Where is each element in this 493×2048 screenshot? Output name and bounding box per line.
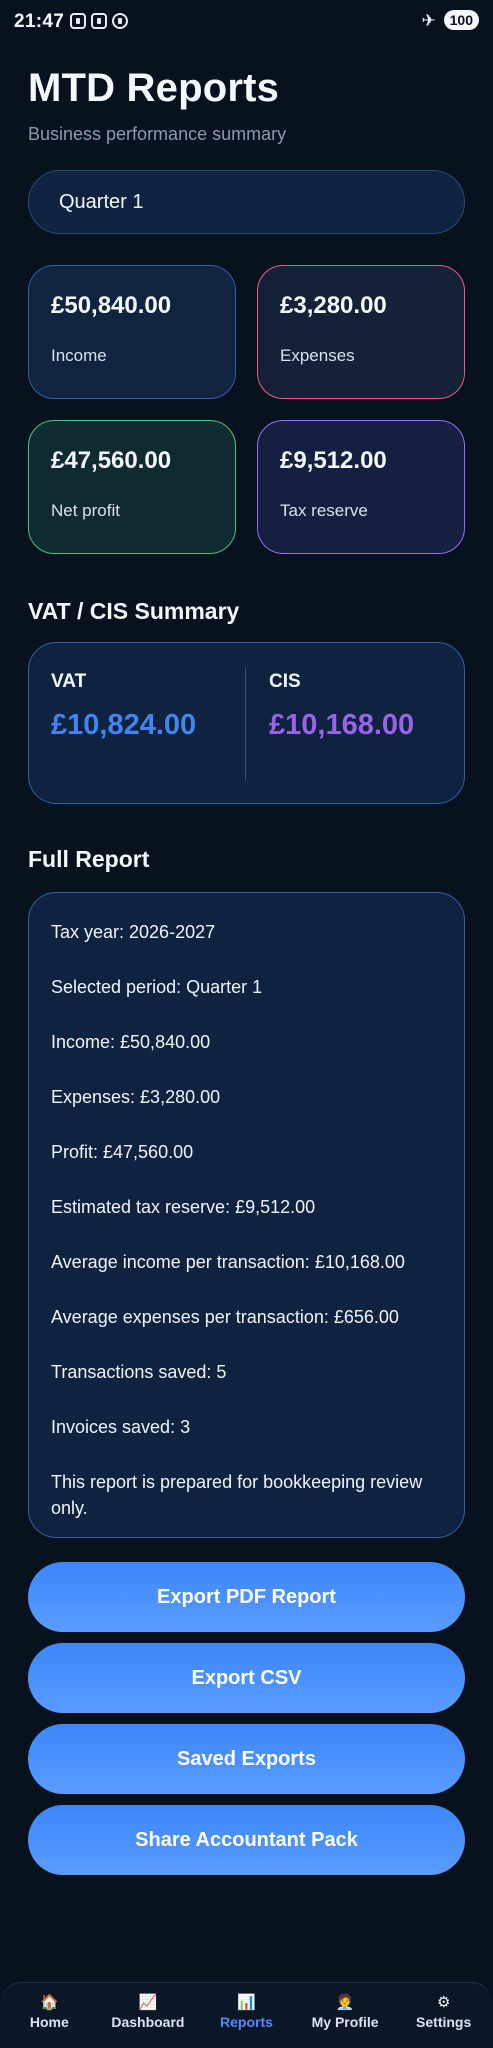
notification-icon — [112, 13, 128, 29]
report-line-invoices: Invoices saved: 3 — [51, 1417, 191, 1437]
page-subtitle: Business performance summary — [28, 124, 287, 144]
vat-cis-card: VAT £10,824.00 CIS £10,168.00 — [28, 642, 465, 804]
income-label: Income — [51, 346, 107, 365]
chart-up-icon: 📈 — [138, 1994, 158, 2011]
full-report-title: Full Report — [28, 846, 150, 872]
export-csv-button[interactable]: Export CSV — [28, 1643, 465, 1713]
sim-icon — [91, 13, 107, 29]
report-line-period: Selected period: Quarter 1 — [51, 977, 263, 997]
expenses-card: £3,280.00 Expenses — [257, 265, 465, 399]
net-profit-card: £47,560.00 Net profit — [28, 420, 236, 554]
vat-column: VAT £10,824.00 — [51, 671, 196, 742]
income-card: £50,840.00 Income — [28, 265, 236, 399]
vat-cis-divider — [245, 667, 246, 781]
report-line-tax-reserve: Estimated tax reserve: £9,512.00 — [51, 1197, 316, 1217]
airplane-icon: ✈ — [421, 10, 436, 30]
report-line-disclaimer: This report is prepared for bookkeeping … — [51, 1472, 423, 1518]
screenshot-icon — [70, 13, 86, 29]
vat-cis-title: VAT / CIS Summary — [28, 598, 240, 624]
income-value: £50,840.00 — [51, 292, 172, 319]
export-pdf-button[interactable]: Export PDF Report — [28, 1562, 465, 1632]
nav-label-settings: Settings — [416, 2014, 472, 2030]
report-line-income: Income: £50,840.00 — [51, 1032, 211, 1052]
gear-icon: ⚙ — [436, 1994, 451, 2011]
cis-amount: £10,168.00 — [269, 709, 415, 741]
nav-item-profile[interactable]: 🧑‍💼 My Profile — [296, 1983, 395, 2048]
full-report-card: Tax year: 2026-2027 Selected period: Qua… — [28, 892, 465, 1538]
report-line-avg-income: Average income per transaction: £10,168.… — [51, 1252, 405, 1272]
status-right: ✈ 100 — [421, 10, 479, 30]
status-time: 21:47 — [14, 11, 65, 32]
nav-label-home: Home — [29, 2014, 69, 2030]
tax-reserve-card: £9,512.00 Tax reserve — [257, 420, 465, 554]
nav-item-settings[interactable]: ⚙ Settings — [394, 1983, 493, 2048]
nav-label-reports: Reports — [220, 2014, 273, 2030]
cis-column: CIS £10,168.00 — [269, 671, 414, 742]
nav-label-profile: My Profile — [311, 2014, 379, 2030]
net-profit-label: Net profit — [51, 501, 120, 520]
period-select[interactable]: Quarter 1 — [28, 170, 465, 234]
nav-item-reports[interactable]: 📊 Reports — [197, 1983, 296, 2048]
bottom-nav: 🏠 Home 📈 Dashboard 📊 Reports 🧑‍💼 My Prof… — [0, 1982, 493, 2048]
vat-amount: £10,824.00 — [51, 709, 197, 741]
bar-chart-icon: 📊 — [237, 1994, 256, 2011]
profile-icon: 🧑‍💼 — [335, 1994, 355, 2011]
status-icons — [70, 13, 128, 29]
home-icon: 🏠 — [39, 1994, 59, 2011]
report-line-profit: Profit: £47,560.00 — [51, 1142, 194, 1162]
page-title: MTD Reports — [28, 66, 280, 110]
cis-label: CIS — [269, 671, 301, 692]
saved-exports-button[interactable]: Saved Exports — [28, 1724, 465, 1794]
tax-reserve-value: £9,512.00 — [280, 447, 387, 474]
vat-label: VAT — [51, 671, 87, 692]
period-select-value: Quarter 1 — [59, 190, 144, 213]
tax-reserve-label: Tax reserve — [280, 501, 368, 520]
battery-badge: 100 — [443, 10, 479, 30]
nav-label-dashboard: Dashboard — [111, 2014, 185, 2030]
report-line-avg-expenses: Average expenses per transaction: £656.0… — [51, 1307, 399, 1327]
nav-item-dashboard[interactable]: 📈 Dashboard — [99, 1983, 198, 2048]
net-profit-value: £47,560.00 — [51, 447, 172, 474]
report-line-expenses: Expenses: £3,280.00 — [51, 1087, 221, 1107]
share-accountant-pack-button[interactable]: Share Accountant Pack — [28, 1805, 465, 1875]
expenses-label: Expenses — [280, 346, 355, 365]
status-bar: 21:47 ✈ 100 — [0, 0, 493, 44]
report-line-tax-year: Tax year: 2026-2027 — [51, 922, 216, 942]
expenses-value: £3,280.00 — [280, 292, 387, 319]
report-line-transactions: Transactions saved: 5 — [51, 1362, 227, 1382]
nav-item-home[interactable]: 🏠 Home — [0, 1983, 99, 2048]
